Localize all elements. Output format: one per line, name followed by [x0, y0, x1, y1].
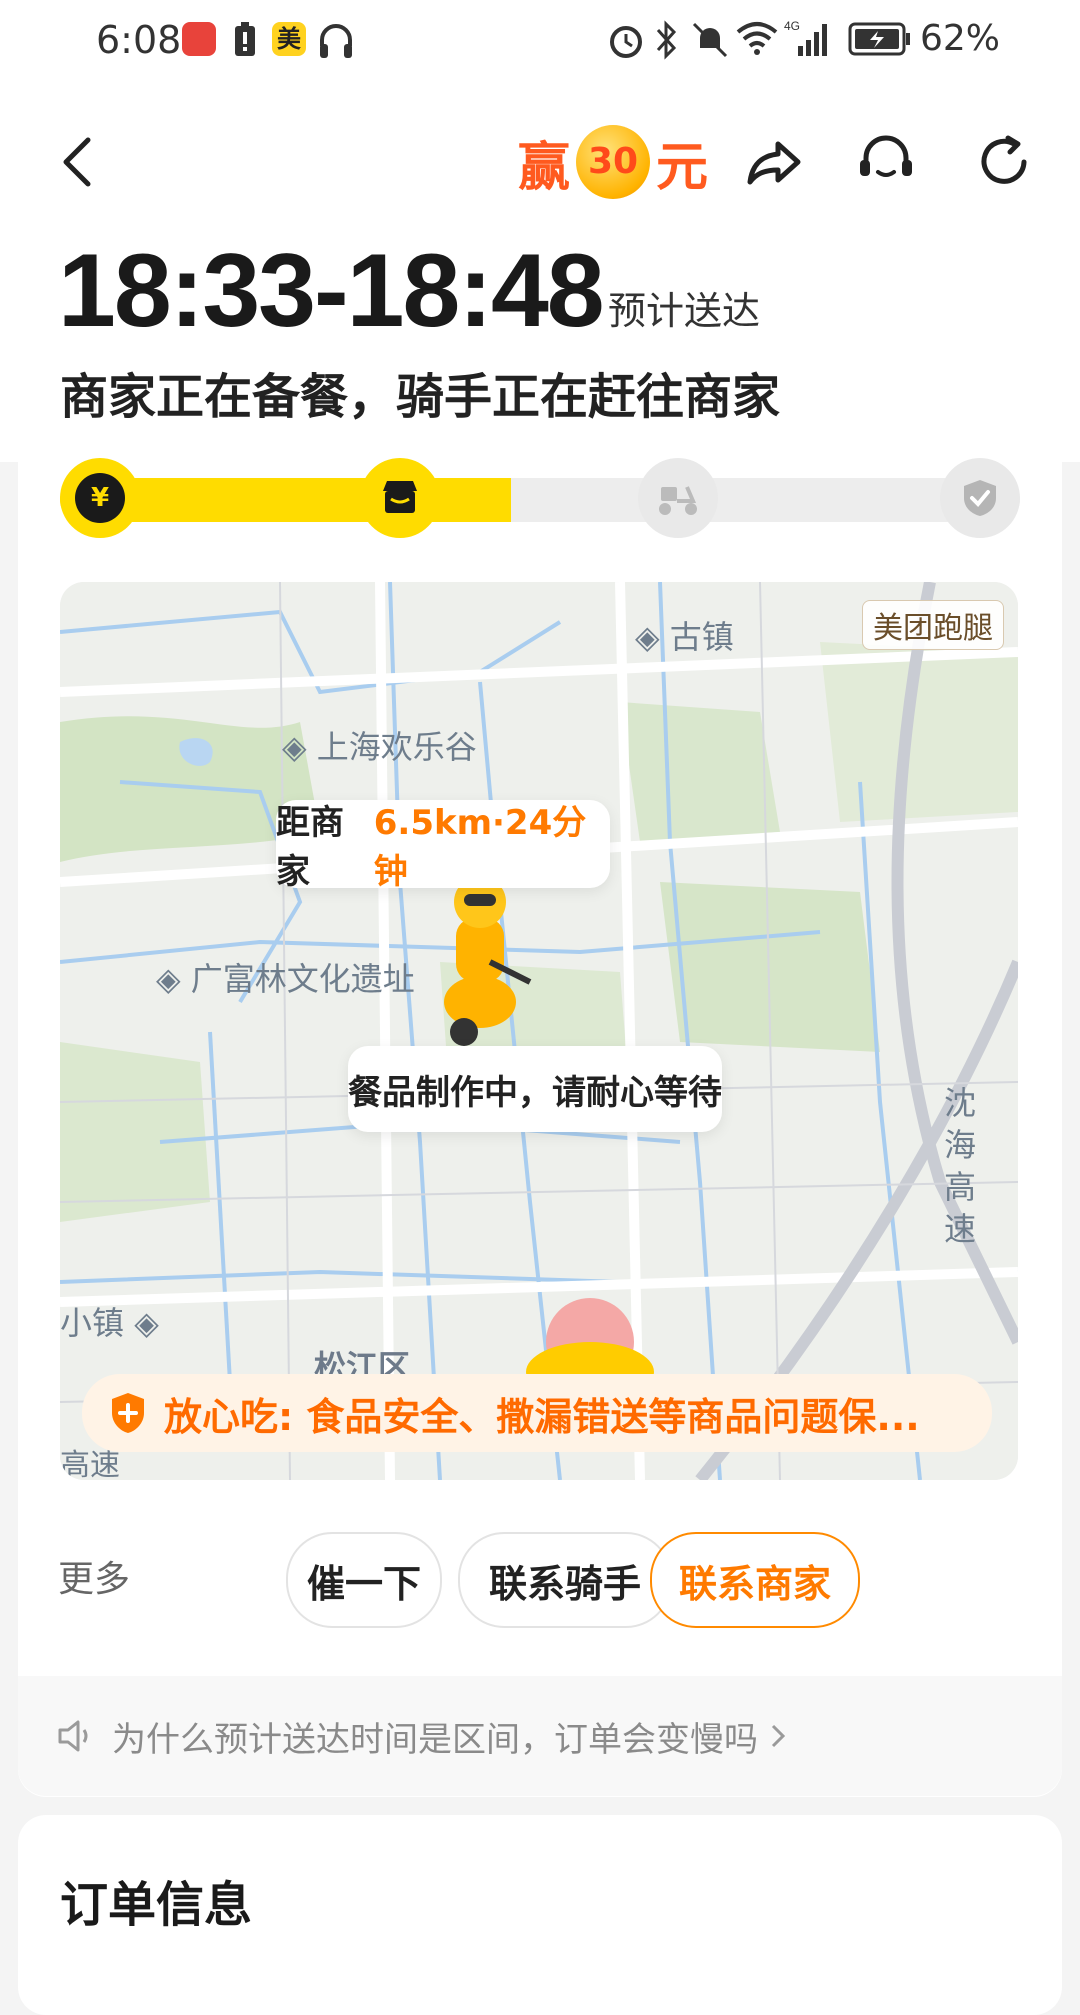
- urge-button[interactable]: 催一下: [286, 1532, 442, 1628]
- contact-rider-button[interactable]: 联系骑手: [458, 1532, 672, 1628]
- order-info-title: 订单信息: [60, 1877, 253, 1933]
- battery-icon: [848, 22, 910, 56]
- order-status-message: 商家正在备餐，骑手正在赶往商家: [60, 369, 781, 425]
- battery-saver-icon: [235, 22, 255, 56]
- meituan-app-icon: 美: [272, 22, 306, 56]
- step-done: [940, 458, 1020, 538]
- promo-prefix: 赢: [518, 137, 571, 198]
- brand-tag[interactable]: 美团跑腿: [862, 600, 1004, 650]
- wifi-icon: [736, 22, 778, 55]
- svg-text:4G: 4G: [784, 19, 800, 33]
- map-label-guangfulin: ◈ 广富林文化遗址: [156, 960, 415, 998]
- headphones-icon: [320, 24, 352, 58]
- distance-prefix: 距商家: [276, 803, 344, 892]
- map-label-ancient-town: ◈ 古镇: [635, 618, 734, 656]
- refresh-icon[interactable]: [974, 132, 1034, 192]
- safety-guarantee-banner[interactable]: 放心吃: 食品安全、撒漏错送等商品问题保...: [82, 1374, 992, 1452]
- order-info-card: 订单信息: [18, 1815, 1062, 2015]
- shield-plus-icon: [112, 1393, 144, 1433]
- distance-bubble: 距商家 6.5km·24分钟: [276, 800, 610, 892]
- eta-range: 18:33-18:48: [58, 233, 605, 349]
- step-merchant: [360, 458, 440, 538]
- bluetooth-icon: [656, 20, 677, 60]
- yuan-icon: ¥: [75, 473, 125, 523]
- map-label-happy-valley: ◈ 上海欢乐谷: [282, 728, 477, 766]
- cellular-signal-icon: 4G: [784, 19, 827, 56]
- map-label-expressway: 沈海高速: [944, 1084, 977, 1248]
- safety-text: 放心吃: 食品安全、撒漏错送等商品问题保...: [164, 1394, 920, 1439]
- promo-suffix: 元: [656, 137, 709, 198]
- step-paid: ¥: [60, 458, 140, 538]
- tracking-card: ¥ 美团跑腿 ◈ 古镇 ◈ 上海欢乐谷 ◈ 广富林文化遗址 小镇 ◈ 松江区 高…: [18, 458, 1062, 1797]
- battery-percent: 62%: [920, 18, 1001, 59]
- order-header: 赢 30 元 18:33-18:48 预计送达 商家正在备餐，骑手正在赶往商家: [0, 82, 1080, 462]
- huawei-app-icon: [182, 22, 216, 56]
- customer-service-icon[interactable]: [856, 132, 916, 192]
- store-icon: [383, 481, 417, 513]
- faq-text: 为什么预计送达时间是区间，订单会变慢吗: [112, 1719, 758, 1760]
- eta-label: 预计送达: [608, 289, 761, 333]
- eta-faq-link[interactable]: 为什么预计送达时间是区间，订单会变慢吗: [18, 1676, 1062, 1796]
- distance-value: 6.5km·24分钟: [373, 803, 587, 892]
- status-time: 6:08: [96, 18, 182, 62]
- map-label-town: 小镇 ◈: [60, 1304, 159, 1342]
- more-button[interactable]: 更多: [58, 1550, 130, 1602]
- coin-icon: 30: [576, 125, 651, 199]
- back-arrow-icon[interactable]: [50, 132, 110, 192]
- contact-merchant-button[interactable]: 联系商家: [650, 1532, 860, 1628]
- food-status-bubble: 餐品制作中，请耐心等待: [348, 1046, 722, 1132]
- promo-banner[interactable]: 赢 30 元: [518, 122, 708, 202]
- step-delivery: [638, 458, 718, 538]
- chevron-right-icon: [771, 1724, 786, 1748]
- mute-icon: [692, 22, 728, 58]
- check-shield-icon: [964, 480, 996, 516]
- delivery-map[interactable]: 美团跑腿 ◈ 古镇 ◈ 上海欢乐谷 ◈ 广富林文化遗址 小镇 ◈ 松江区 高速 …: [60, 582, 1018, 1480]
- share-icon[interactable]: [744, 132, 804, 192]
- speaker-icon: [58, 1720, 88, 1752]
- status-bar: 6:08 美 4G 62%: [0, 0, 1080, 82]
- map-background: [60, 582, 1018, 1480]
- scooter-icon: [659, 486, 697, 515]
- alarm-icon: [610, 26, 642, 58]
